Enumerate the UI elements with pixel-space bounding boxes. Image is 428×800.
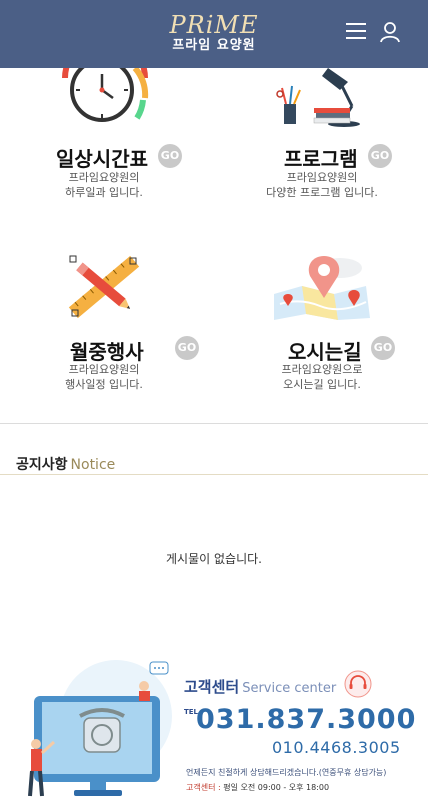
headset-icon xyxy=(344,670,372,698)
service-hours-label: 고객센터 : xyxy=(186,783,221,792)
logo-english: PRiME xyxy=(169,11,259,39)
map-pin-icon xyxy=(274,256,370,320)
clock-icon xyxy=(62,68,149,122)
tile-desc-line2: 행사일정 입니다. xyxy=(65,378,143,391)
section-divider xyxy=(0,423,428,424)
notice-subtitle: Notice xyxy=(70,457,116,473)
go-button[interactable]: GO xyxy=(371,336,395,360)
tile-title: 오시는길 xyxy=(288,340,362,364)
empty-notice-message: 게시물이 없습니다. xyxy=(166,552,262,566)
user-icon[interactable] xyxy=(380,21,400,43)
tile-desc-line1: 프라임요양원의 xyxy=(68,363,140,376)
desk-lamp-icon xyxy=(276,68,360,127)
tel-label: TEL xyxy=(184,708,199,716)
tile-desc-line2: 하루일과 입니다. xyxy=(65,186,143,199)
tile-desc-line2: 다양한 프로그램 입니다. xyxy=(266,186,378,199)
mobile-phone-number[interactable]: 010.4468.3005 xyxy=(272,738,401,757)
go-button[interactable]: GO xyxy=(368,144,392,168)
customer-service-illustration xyxy=(28,660,172,797)
site-header: PRiME 프라임 요양원 xyxy=(0,0,428,68)
service-center-heading: 고객센터 Service center xyxy=(184,676,336,697)
hamburger-icon[interactable] xyxy=(346,23,366,41)
tile-title: 월중행사 xyxy=(70,340,144,364)
go-button[interactable]: GO xyxy=(175,336,199,360)
service-note: 언제든지 친절하게 상담해드리겠습니다.(연중무휴 상담가능) xyxy=(186,768,387,777)
tile-title: 일상시간표 xyxy=(56,147,148,171)
logo-korean: 프라임 요양원 xyxy=(172,38,256,53)
service-center-title: 고객센터 xyxy=(184,678,240,696)
tile-desc-line1: 프라임요양원의 xyxy=(68,171,140,184)
tile-desc-line1: 프라임요양원으로 xyxy=(281,363,363,376)
tile-title: 프로그램 xyxy=(284,147,358,171)
main-phone-number[interactable]: 031.837.3000 xyxy=(196,704,416,735)
site-logo[interactable]: PRiME 프라임 요양원 xyxy=(150,12,278,54)
tile-desc-line1: 프라임요양원의 xyxy=(286,171,358,184)
service-center-subtitle: Service center xyxy=(242,681,337,696)
service-hours: 고객센터 : 평일 오전 09:00 - 오후 18:00 xyxy=(186,782,329,793)
service-hours-value: 평일 오전 09:00 - 오후 18:00 xyxy=(223,783,330,792)
notice-heading[interactable]: 공지사항 Notice xyxy=(16,454,115,474)
notice-title: 공지사항 xyxy=(16,457,68,473)
go-button[interactable]: GO xyxy=(158,144,182,168)
notice-divider xyxy=(0,474,428,475)
pencil-ruler-icon xyxy=(68,255,140,319)
tile-desc-line2: 오시는길 입니다. xyxy=(283,378,361,391)
